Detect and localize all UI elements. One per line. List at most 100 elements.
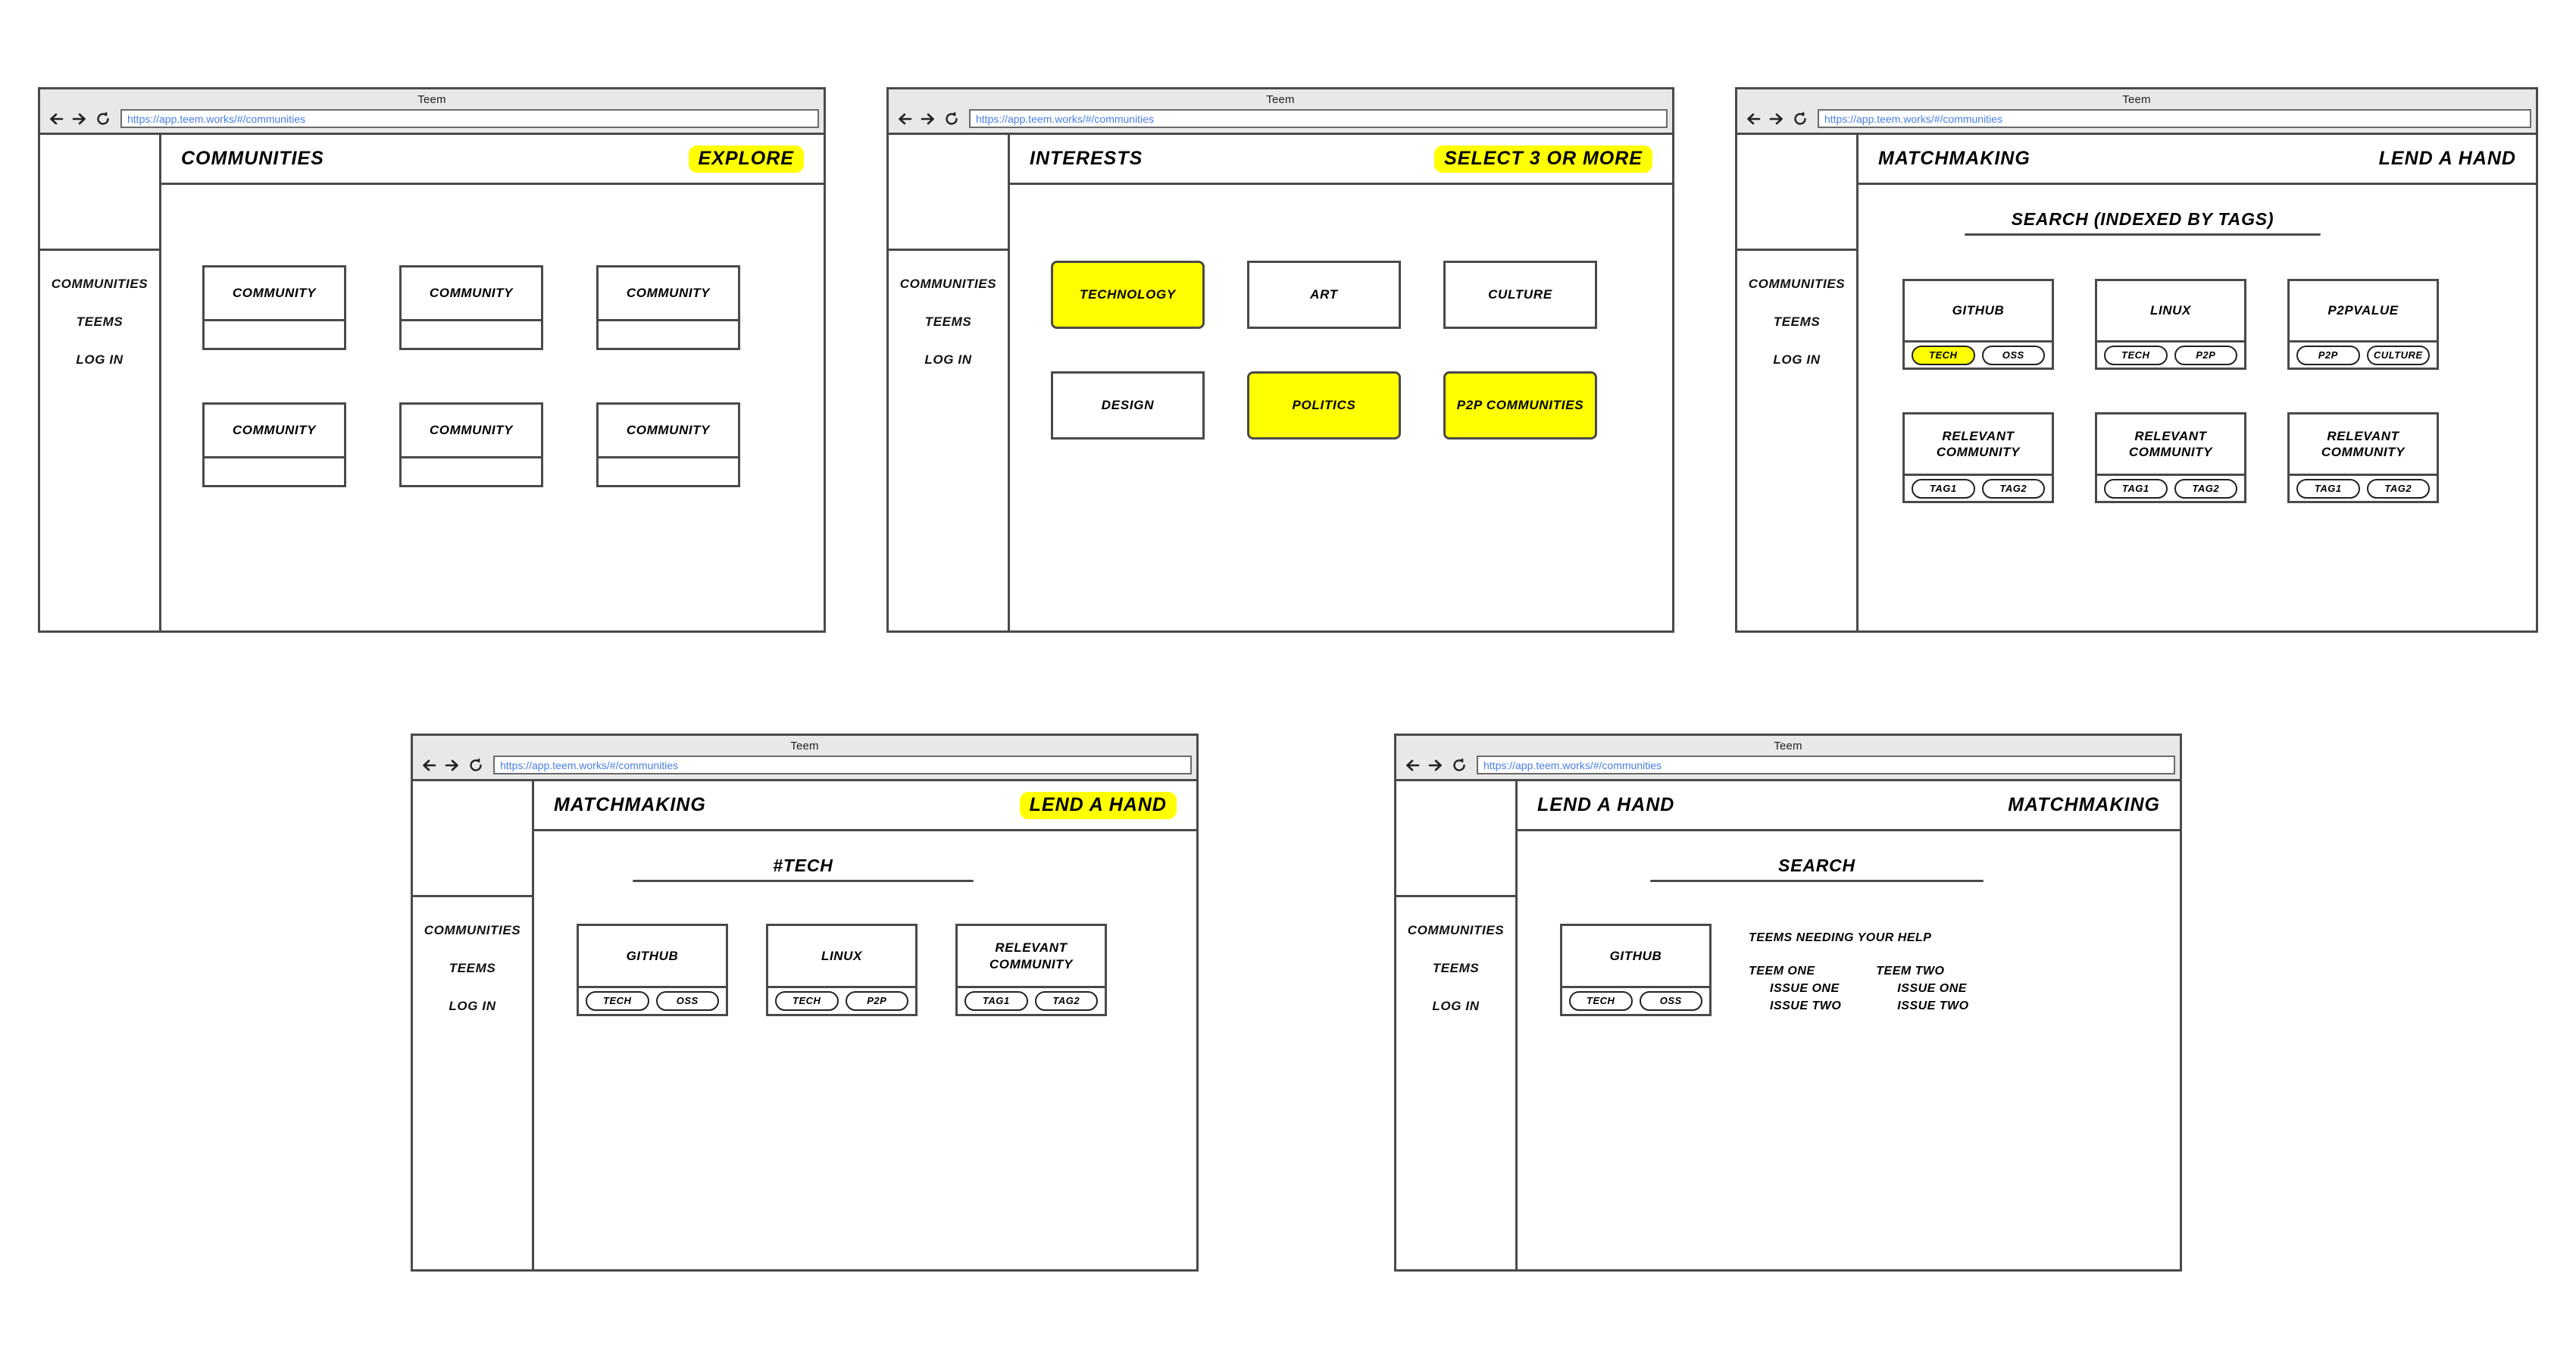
interest-tile-p2p-communities[interactable]: P2P COMMUNITIES (1443, 371, 1597, 440)
url-input[interactable]: https://app.teem.works/#/communities (1818, 109, 2531, 128)
url-input[interactable]: https://app.teem.works/#/communities (969, 109, 1668, 128)
url-input[interactable]: https://app.teem.works/#/communities (493, 756, 1192, 774)
arrow-left-icon[interactable] (1404, 757, 1421, 774)
tag-chip[interactable]: TAG2 (1034, 991, 1098, 1011)
matchmaking-button[interactable]: MATCHMAKING (2008, 794, 2160, 816)
lend-a-hand-button[interactable]: LEND A HAND (1019, 791, 1177, 819)
tag-chip[interactable]: P2P (2296, 345, 2360, 365)
tag-chip[interactable]: P2P (2174, 345, 2237, 365)
tag-chip[interactable]: OSS (1981, 345, 2045, 365)
tag-chip[interactable]: TECH (1912, 345, 1975, 365)
search-heading[interactable]: SEARCH (INDEXED BY TAGS) (1965, 209, 2321, 236)
card-tags: TECH P2P (2097, 343, 2244, 368)
reload-icon[interactable] (467, 757, 484, 774)
browser-toolbar: https://app.teem.works/#/communities (413, 756, 1196, 779)
sidebar-item-teems[interactable]: TEEMS (1774, 314, 1821, 330)
community-card-github[interactable]: GITHUB TECH OSS (1902, 279, 2054, 370)
explore-button[interactable]: EXPLORE (688, 145, 804, 173)
url-input[interactable]: https://app.teem.works/#/communities (120, 109, 819, 128)
community-card-linux[interactable]: LINUX TECH P2P (2095, 279, 2246, 370)
sidebar-item-communities[interactable]: COMMUNITIES (900, 277, 996, 292)
tag-chip[interactable]: TECH (775, 991, 839, 1011)
tag-chip[interactable]: TECH (586, 991, 649, 1011)
tag-chip[interactable]: TAG1 (2104, 478, 2168, 499)
tag-heading[interactable]: #TECH (633, 856, 974, 882)
arrow-left-icon[interactable] (1745, 111, 1762, 127)
interest-tile-technology[interactable]: TECHNOLOGY (1051, 261, 1205, 329)
card-body: LINUX (768, 926, 915, 988)
arrow-right-icon[interactable] (920, 111, 936, 127)
community-card-relevant[interactable]: RELEVANT COMMUNITY TAG1 TAG2 (2287, 412, 2439, 503)
tag-chip[interactable]: TECH (2104, 345, 2168, 365)
reload-icon[interactable] (1451, 757, 1468, 774)
sidebar-item-communities[interactable]: COMMUNITIES (1408, 923, 1504, 938)
issue-item[interactable]: ISSUE ONE (1897, 982, 1968, 996)
community-card-github[interactable]: GITHUB TECH OSS (1560, 924, 1712, 1016)
select-3-or-more-hint[interactable]: SELECT 3 OR MORE (1434, 145, 1652, 173)
tag-chip[interactable]: CULTURE (2366, 345, 2430, 365)
community-card-p2pvalue[interactable]: P2PVALUE P2P CULTURE (2287, 279, 2439, 370)
reload-icon[interactable] (1792, 111, 1809, 127)
arrow-right-icon[interactable] (71, 111, 88, 127)
card-title: GITHUB (1609, 948, 1662, 963)
issue-item[interactable]: ISSUE ONE (1770, 982, 1841, 996)
tag-chip[interactable]: TECH (1569, 991, 1633, 1011)
interest-tile-culture[interactable]: CULTURE (1443, 261, 1597, 329)
community-card[interactable]: COMMUNITY (596, 402, 740, 487)
tag-chip[interactable]: TAG1 (1912, 478, 1975, 499)
interest-tile-art[interactable]: ART (1247, 261, 1401, 329)
sidebar-item-communities[interactable]: COMMUNITIES (424, 923, 521, 938)
interest-tile-design[interactable]: DESIGN (1051, 371, 1205, 440)
community-card[interactable]: COMMUNITY (399, 265, 543, 350)
arrow-left-icon[interactable] (896, 111, 913, 127)
sidebar-item-teems[interactable]: TEEMS (925, 314, 972, 330)
tag-chip[interactable]: TAG2 (2174, 478, 2237, 499)
tag-chip[interactable]: OSS (655, 991, 719, 1011)
app-body: COMMUNITIES TEEMS LOG IN LEND A HAND MAT… (1396, 781, 2180, 1269)
arrow-left-icon[interactable] (420, 757, 437, 774)
tag-chip[interactable]: TAG1 (2296, 478, 2360, 499)
community-card-relevant[interactable]: RELEVANT COMMUNITY TAG1 TAG2 (955, 924, 1107, 1016)
search-heading[interactable]: SEARCH (1650, 856, 1984, 882)
teem-name[interactable]: TEEM TWO (1876, 965, 1968, 978)
sidebar-item-login[interactable]: LOG IN (449, 999, 496, 1014)
tag-chip[interactable]: P2P (845, 991, 908, 1011)
sidebar-item-teems[interactable]: TEEMS (449, 961, 496, 976)
content-stage: SEARCH GITHUB TECH OSS TEEMS NEEDING YOU… (1518, 831, 2180, 1269)
browser-window-communities: Teem https://app.teem.works/#/communitie… (38, 87, 826, 633)
tag-chip[interactable]: TAG2 (2366, 478, 2430, 499)
url-input[interactable]: https://app.teem.works/#/communities (1477, 756, 2175, 774)
page-title: INTERESTS (1030, 148, 1143, 169)
arrow-right-icon[interactable] (1427, 757, 1444, 774)
community-card-relevant[interactable]: RELEVANT COMMUNITY TAG1 TAG2 (1902, 412, 2054, 503)
arrow-left-icon[interactable] (48, 111, 64, 127)
community-card[interactable]: COMMUNITY (596, 265, 740, 350)
arrow-right-icon[interactable] (1768, 111, 1785, 127)
sidebar-item-login[interactable]: LOG IN (1773, 352, 1820, 368)
teem-name[interactable]: TEEM ONE (1749, 965, 1841, 978)
community-card[interactable]: COMMUNITY (202, 265, 346, 350)
arrow-right-icon[interactable] (444, 757, 461, 774)
issue-item[interactable]: ISSUE TWO (1770, 1000, 1841, 1013)
lend-a-hand-button[interactable]: LEND A HAND (2379, 148, 2516, 170)
sidebar-item-communities[interactable]: COMMUNITIES (1749, 277, 1845, 292)
community-card[interactable]: COMMUNITY (202, 402, 346, 487)
sidebar-item-teems[interactable]: TEEMS (77, 314, 123, 330)
tag-chip[interactable]: OSS (1639, 991, 1702, 1011)
tag-chip[interactable]: TAG2 (1981, 478, 2045, 499)
reload-icon[interactable] (95, 111, 111, 127)
community-card-relevant[interactable]: RELEVANT COMMUNITY TAG1 TAG2 (2095, 412, 2246, 503)
sidebar-item-login[interactable]: LOG IN (1432, 999, 1479, 1014)
community-card[interactable]: COMMUNITY (399, 402, 543, 487)
issue-item[interactable]: ISSUE TWO (1897, 1000, 1968, 1013)
sidebar-item-communities[interactable]: COMMUNITIES (52, 277, 148, 292)
sidebar-item-login[interactable]: LOG IN (76, 352, 123, 368)
tag-chip[interactable]: TAG1 (964, 991, 1028, 1011)
sidebar-item-login[interactable]: LOG IN (924, 352, 971, 368)
sidebar-item-teems[interactable]: TEEMS (1433, 961, 1480, 976)
community-card-github[interactable]: GITHUB TECH OSS (577, 924, 728, 1016)
interest-tile-politics[interactable]: POLITICS (1247, 371, 1401, 440)
reload-icon[interactable] (943, 111, 960, 127)
window-title: Teem (790, 740, 819, 752)
community-card-linux[interactable]: LINUX TECH P2P (766, 924, 918, 1016)
